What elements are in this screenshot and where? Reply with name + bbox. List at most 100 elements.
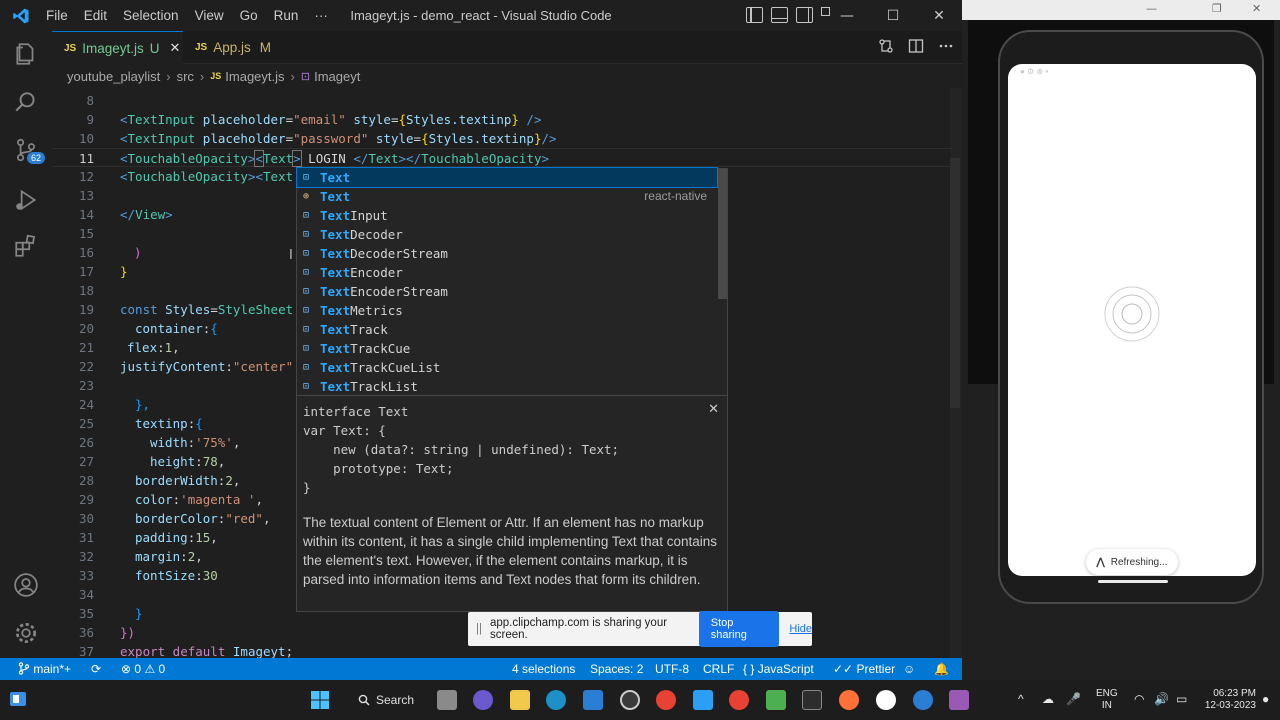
toggle-primary-sidebar-icon[interactable] bbox=[746, 7, 763, 23]
suggestion-item[interactable]: ⊡ TextDecoderStream bbox=[297, 244, 717, 263]
language-mode[interactable]: { } JavaScript bbox=[743, 658, 814, 680]
line-number: 32 bbox=[78, 549, 94, 564]
close-tab-icon[interactable]: ✕ bbox=[170, 40, 181, 56]
breadcrumb-folder[interactable]: youtube_playlist bbox=[67, 69, 160, 84]
suggestion-item[interactable]: ⊡ TextInput bbox=[297, 206, 717, 225]
menu-selection[interactable]: Selection bbox=[115, 8, 187, 23]
tab-imageyt-js[interactable]: JS Imageyt.js U ✕ bbox=[52, 31, 183, 64]
menu-go[interactable]: Go bbox=[232, 8, 266, 23]
phone-screen[interactable]: ● ⚙ ⊗ ▪ ⋀ Refreshing... bbox=[1008, 64, 1256, 576]
sync-icon[interactable]: ⟳ bbox=[91, 658, 101, 680]
split-editor-icon[interactable] bbox=[908, 38, 924, 54]
vscode-logo-icon[interactable] bbox=[12, 7, 30, 25]
suggestion-item[interactable]: ⊡ TextTrackList bbox=[297, 377, 717, 396]
suggestion-item[interactable]: ⊡ TextEncoder bbox=[297, 263, 717, 282]
terminal-icon[interactable] bbox=[802, 690, 822, 710]
suggestion-label: TextDecoder bbox=[320, 227, 403, 242]
line-number: 11 bbox=[78, 151, 94, 166]
suggestion-item[interactable]: ⊡ TextTrackCue bbox=[297, 339, 717, 358]
suggest-scrollbar[interactable] bbox=[718, 169, 727, 299]
minimize-button[interactable]: — bbox=[824, 0, 870, 31]
show-hidden-icons[interactable]: ^ bbox=[1018, 693, 1024, 705]
toggle-panel-icon[interactable] bbox=[771, 7, 788, 23]
wifi-icon[interactable]: ◠ bbox=[1134, 693, 1144, 705]
error-count: 0 bbox=[134, 662, 142, 676]
breadcrumb-symbol[interactable]: Imageyt bbox=[314, 69, 360, 84]
breadcrumb-file[interactable]: Imageyt.js bbox=[225, 69, 284, 84]
widgets-icon[interactable] bbox=[8, 689, 28, 709]
explorer-icon[interactable] bbox=[13, 41, 39, 67]
battery-icon[interactable]: ▭ bbox=[1176, 693, 1187, 705]
menu-edit[interactable]: Edit bbox=[76, 8, 115, 23]
notepad-icon[interactable] bbox=[766, 690, 786, 710]
dell-icon[interactable] bbox=[620, 690, 640, 710]
details-documentation: The textual content of Element or Attr. … bbox=[303, 515, 717, 587]
file-explorer-icon[interactable] bbox=[510, 690, 530, 710]
menu-run[interactable]: Run bbox=[266, 8, 307, 23]
more-actions-icon[interactable] bbox=[938, 38, 954, 54]
close-icon[interactable]: ✕ bbox=[1252, 2, 1261, 15]
suggestion-label: TextTrackCue bbox=[320, 341, 411, 356]
prettier-status[interactable]: ✓✓ Prettier bbox=[833, 658, 895, 680]
weather-cloud-icon[interactable]: ☁ bbox=[1042, 693, 1054, 705]
js-file-icon: JS bbox=[64, 42, 77, 54]
open-changes-icon[interactable] bbox=[878, 38, 894, 54]
tab-app-js[interactable]: JS App.js M bbox=[183, 31, 288, 64]
clock[interactable]: 06:23 PM 12-03-2023 bbox=[1196, 688, 1256, 712]
microphone-icon[interactable]: 🎤 bbox=[1066, 693, 1081, 705]
chrome-profile-icon[interactable] bbox=[729, 690, 749, 710]
app-icon[interactable] bbox=[913, 690, 933, 710]
end-of-line[interactable]: CRLF bbox=[703, 658, 734, 680]
extensions-icon[interactable] bbox=[13, 233, 39, 259]
firefox-icon[interactable] bbox=[839, 690, 859, 710]
symbol-icon: ⊡ bbox=[303, 343, 310, 354]
suggestion-item[interactable]: ⊡ TextMetrics bbox=[297, 301, 717, 320]
suggestion-item[interactable]: ⊕ Text react-native bbox=[297, 187, 717, 206]
git-branch[interactable]: main*+ bbox=[18, 658, 71, 680]
volume-icon[interactable]: 🔊 bbox=[1154, 693, 1169, 705]
mail-icon[interactable] bbox=[583, 690, 603, 710]
encoding[interactable]: UTF-8 bbox=[655, 658, 689, 680]
home-indicator[interactable] bbox=[1098, 580, 1168, 583]
selections-count[interactable]: 4 selections bbox=[512, 658, 575, 680]
manage-gear-icon[interactable] bbox=[13, 620, 39, 646]
run-debug-icon[interactable] bbox=[13, 187, 39, 213]
search-icon[interactable] bbox=[13, 89, 39, 115]
minimize-icon[interactable]: — bbox=[1146, 2, 1157, 15]
taskbar-search-button[interactable]: Search bbox=[352, 686, 420, 714]
notification-center-icon[interactable]: ● bbox=[1262, 693, 1269, 705]
suggestion-item[interactable]: ⊡ Text bbox=[296, 167, 718, 188]
suggestion-item[interactable]: ⊡ TextTrackCueList bbox=[297, 358, 717, 377]
clipchamp-icon[interactable] bbox=[949, 690, 969, 710]
title-bar: File Edit Selection View Go Run ··· Imag… bbox=[0, 0, 962, 31]
suggestion-item[interactable]: ⊡ TextTrack bbox=[297, 320, 717, 339]
start-windows-icon[interactable] bbox=[310, 690, 330, 710]
drag-handle-icon[interactable]: || bbox=[476, 623, 482, 635]
edge-browser-icon[interactable] bbox=[546, 690, 566, 710]
language-indicator[interactable]: ENG IN bbox=[1096, 688, 1118, 712]
feedback-icon[interactable]: ☺ bbox=[903, 658, 915, 680]
problems-indicator[interactable]: ⊗ 0 ⚠ 0 bbox=[121, 658, 165, 680]
suggestion-item[interactable]: ⊡ TextDecoder bbox=[297, 225, 717, 244]
restore-icon[interactable]: ❐ bbox=[1212, 2, 1222, 15]
close-window-button[interactable]: ✕ bbox=[916, 0, 962, 31]
close-details-icon[interactable]: ✕ bbox=[708, 402, 719, 417]
whatsapp-icon[interactable] bbox=[876, 690, 896, 710]
hide-link[interactable]: Hide bbox=[789, 623, 812, 635]
stop-sharing-button[interactable]: Stop sharing bbox=[698, 611, 780, 647]
teams-chat-icon[interactable] bbox=[473, 690, 493, 710]
task-view-icon[interactable] bbox=[437, 690, 457, 710]
menu-view[interactable]: View bbox=[187, 8, 232, 23]
menu-file[interactable]: File bbox=[38, 8, 76, 23]
branch-name: main*+ bbox=[33, 662, 72, 676]
vscode-taskbar-icon[interactable] bbox=[693, 690, 713, 710]
suggestion-item[interactable]: ⊡ TextEncoderStream bbox=[297, 282, 717, 301]
indentation[interactable]: Spaces: 2 bbox=[590, 658, 643, 680]
accounts-icon[interactable] bbox=[13, 572, 39, 598]
breadcrumb-folder[interactable]: src bbox=[177, 69, 194, 84]
maximize-button[interactable]: ☐ bbox=[870, 0, 916, 31]
notifications-bell-icon[interactable]: 🔔 bbox=[934, 658, 949, 680]
toggle-secondary-sidebar-icon[interactable] bbox=[796, 7, 813, 23]
chrome-icon[interactable] bbox=[656, 690, 676, 710]
menu-more[interactable]: ··· bbox=[306, 8, 336, 23]
